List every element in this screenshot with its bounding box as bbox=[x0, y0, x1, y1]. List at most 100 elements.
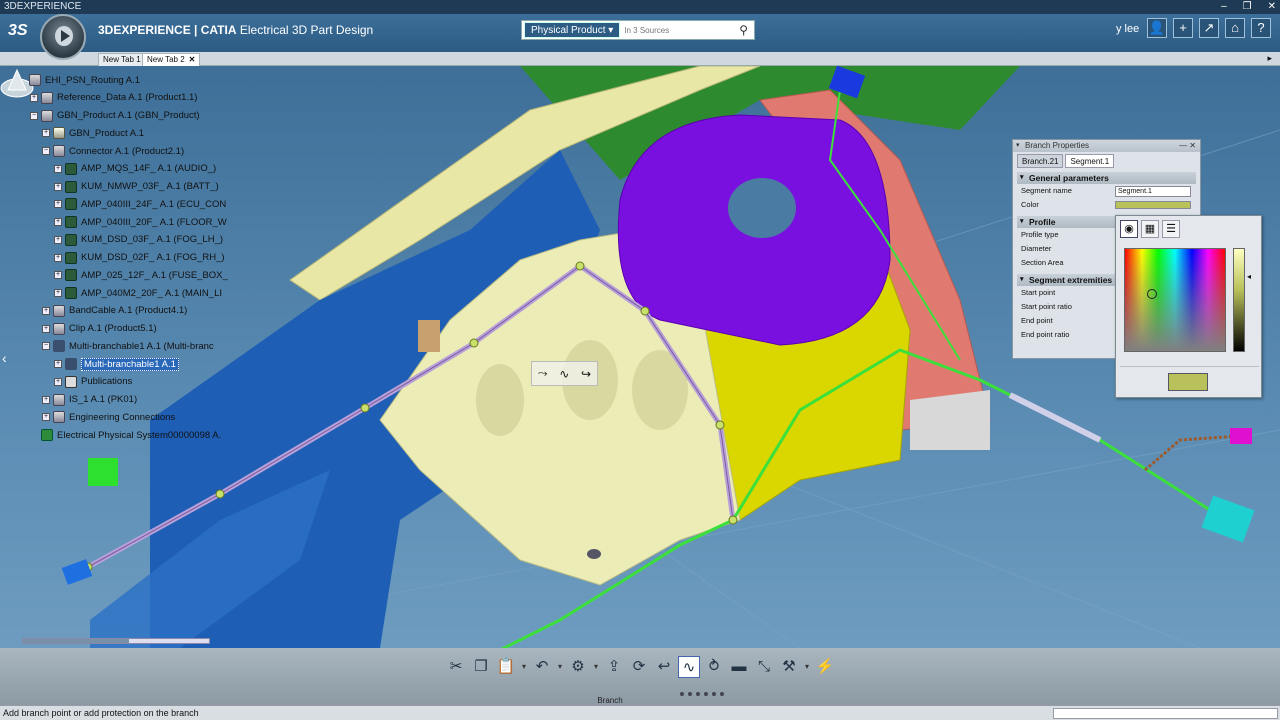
expand-icon[interactable]: + bbox=[42, 129, 50, 138]
color-spectrum[interactable] bbox=[1124, 248, 1226, 352]
route-icon[interactable]: ⥁ bbox=[703, 656, 725, 678]
connector-cyan[interactable] bbox=[1201, 495, 1255, 543]
collapse-icon[interactable]: − bbox=[30, 111, 38, 120]
cut-icon[interactable]: ✂ bbox=[445, 656, 467, 678]
connect-icon[interactable]: ⤡ bbox=[753, 656, 775, 678]
panel-title-bar[interactable]: ▾ Branch Properties — ✕ bbox=[1013, 140, 1200, 152]
collapse-icon[interactable]: − bbox=[42, 342, 50, 351]
tree-node-label[interactable]: EHI_PSN_Routing A.1 bbox=[45, 75, 140, 86]
search-input[interactable] bbox=[624, 25, 735, 35]
add-icon[interactable]: + bbox=[1173, 18, 1193, 38]
color-wheel-icon[interactable]: ◉ bbox=[1120, 220, 1138, 238]
tree-node[interactable]: EHI_PSN_Routing A.1 bbox=[18, 72, 140, 88]
tree-node[interactable]: + Clip A.1 (Product5.1) bbox=[42, 321, 157, 337]
expand-icon[interactable]: + bbox=[54, 235, 62, 244]
tree-node[interactable]: + Multi-branchable1 A.1 bbox=[54, 356, 179, 372]
tree-node-label[interactable]: GBN_Product A.1 (GBN_Product) bbox=[57, 110, 200, 121]
tree-node-label[interactable]: Multi-branchable1 A.1 bbox=[81, 357, 179, 371]
branch-point-icon[interactable]: ⤳ bbox=[538, 366, 548, 381]
tree-node-label[interactable]: Connector A.1 (Product2.1) bbox=[69, 146, 184, 157]
tree-node[interactable]: + IS_1 A.1 (PK01) bbox=[42, 392, 137, 408]
spectrum-cursor[interactable] bbox=[1147, 289, 1157, 299]
undo-icon[interactable]: ↶ bbox=[531, 656, 553, 678]
protection-icon[interactable]: ▬ bbox=[728, 656, 750, 678]
tree-node[interactable]: − Connector A.1 (Product2.1) bbox=[42, 143, 184, 159]
expand-icon[interactable]: + bbox=[54, 289, 62, 297]
tab-new-1[interactable]: New Tab 1 bbox=[98, 53, 146, 66]
user-name[interactable]: y lee bbox=[1116, 23, 1139, 35]
tree-node[interactable]: − GBN_Product A.1 (GBN_Product) bbox=[30, 108, 200, 124]
compass-button[interactable] bbox=[40, 14, 86, 60]
color-sliders-icon[interactable]: ☰ bbox=[1162, 220, 1180, 238]
color-palette-icon[interactable]: ▦ bbox=[1141, 220, 1159, 238]
expand-icon[interactable]: + bbox=[42, 413, 50, 422]
settings-icon[interactable]: ⚙ bbox=[567, 656, 589, 678]
search-scope-dropdown[interactable]: Physical Product ▾ bbox=[524, 22, 621, 38]
tab-new-2[interactable]: New Tab 2 ✕ bbox=[142, 53, 201, 66]
expand-icon[interactable]: + bbox=[42, 324, 50, 333]
color-swatch-button[interactable] bbox=[1115, 201, 1191, 209]
expand-icon[interactable]: + bbox=[42, 395, 50, 404]
tree-node-label[interactable]: Engineering Connections bbox=[69, 412, 175, 423]
tree-node[interactable]: + Engineering Connections bbox=[42, 409, 175, 425]
general-parameters-header[interactable]: General parameters bbox=[1017, 172, 1196, 184]
tree-node-label[interactable]: GBN_Product A.1 bbox=[69, 128, 144, 139]
flash-icon[interactable]: ⚡ bbox=[814, 656, 836, 678]
tree-node[interactable]: + KUM_DSD_02F_ A.1 (FOG_RH_) bbox=[54, 250, 225, 266]
protection-icon[interactable]: ∿ bbox=[559, 367, 569, 381]
collapse-icon[interactable]: − bbox=[42, 147, 50, 155]
tree-node-label[interactable]: KUM_DSD_02F_ A.1 (FOG_RH_) bbox=[81, 252, 225, 263]
share-icon[interactable]: ↗ bbox=[1199, 18, 1219, 38]
tree-node[interactable]: + AMP_MQS_14F_ A.1 (AUDIO_) bbox=[54, 161, 216, 177]
connector-green[interactable] bbox=[88, 458, 118, 486]
bend-icon[interactable]: ↪ bbox=[581, 367, 591, 381]
tree-node-label[interactable]: AMP_040M2_20F_ A.1 (MAIN_LI bbox=[81, 288, 222, 299]
close-icon[interactable]: ✕ bbox=[189, 55, 196, 64]
tree-node-label[interactable]: Electrical Physical System00000098 A. bbox=[57, 430, 221, 441]
expand-icon[interactable]: + bbox=[30, 93, 38, 102]
segment-name-field[interactable]: Segment.1 bbox=[1115, 186, 1191, 197]
tree-node-label[interactable]: BandCable A.1 (Product4.1) bbox=[69, 305, 187, 316]
branch-icon[interactable]: ∿ bbox=[678, 656, 700, 678]
dropdown-icon[interactable]: ▾ bbox=[556, 656, 564, 678]
tree-node-label[interactable]: AMP_040III_24F_ A.1 (ECU_CON bbox=[81, 199, 226, 210]
collapse-icon[interactable]: ▾ bbox=[1016, 140, 1020, 152]
expand-icon[interactable]: + bbox=[54, 377, 62, 386]
close-icon[interactable]: — ✕ bbox=[1179, 140, 1196, 152]
tree-node[interactable]: + KUM_NMWP_03F_ A.1 (BATT_) bbox=[54, 179, 219, 195]
scrollbar-thumb[interactable] bbox=[23, 639, 129, 643]
expand-icon[interactable]: + bbox=[54, 164, 62, 173]
expand-icon[interactable]: + bbox=[54, 360, 62, 368]
maximize-button[interactable]: ❐ bbox=[1243, 0, 1252, 14]
clip-part[interactable] bbox=[418, 320, 440, 352]
help-icon[interactable]: ? bbox=[1251, 18, 1271, 38]
rotate-icon[interactable]: ⟳ bbox=[628, 656, 650, 678]
tree-node[interactable]: Electrical Physical System00000098 A. bbox=[30, 427, 221, 443]
dropdown-icon[interactable]: ▾ bbox=[520, 656, 528, 678]
expand-icon[interactable]: + bbox=[54, 253, 62, 262]
tab-segment[interactable]: Segment.1 bbox=[1065, 154, 1115, 168]
tab-branch[interactable]: Branch.21 bbox=[1017, 154, 1064, 168]
expand-icon[interactable]: + bbox=[42, 306, 50, 315]
tree-node[interactable]: + Publications bbox=[54, 374, 132, 390]
luminance-slider[interactable] bbox=[1233, 248, 1245, 352]
expand-icon[interactable]: + bbox=[54, 200, 62, 209]
tree-node-label[interactable]: Reference_Data A.1 (Product1.1) bbox=[57, 92, 197, 103]
expand-icon[interactable]: + bbox=[54, 271, 62, 280]
tree-node-label[interactable]: Multi-branchable1 A.1 (Multi-branc bbox=[69, 341, 214, 352]
minimize-button[interactable]: – bbox=[1221, 0, 1227, 14]
tree-node[interactable]: + AMP_040III_20F_ A.1 (FLOOR_W bbox=[54, 214, 227, 230]
luminance-marker-icon[interactable]: ◂ bbox=[1247, 272, 1251, 281]
tree-node-label[interactable]: AMP_040III_20F_ A.1 (FLOOR_W bbox=[81, 217, 227, 228]
command-input[interactable] bbox=[1053, 708, 1278, 719]
tree-node-label[interactable]: Publications bbox=[81, 376, 132, 387]
connector-magenta[interactable] bbox=[1230, 428, 1252, 444]
tree-node[interactable]: + Reference_Data A.1 (Product1.1) bbox=[30, 90, 197, 106]
expand-icon[interactable]: + bbox=[54, 218, 62, 226]
tree-node[interactable]: + GBN_Product A.1 bbox=[42, 125, 144, 141]
export-icon[interactable]: ⇪ bbox=[603, 656, 625, 678]
dropdown-icon[interactable]: ▾ bbox=[803, 656, 811, 678]
tree-node-label[interactable]: IS_1 A.1 (PK01) bbox=[69, 394, 137, 405]
tool-icon[interactable]: ⚒ bbox=[778, 656, 800, 678]
search-icon[interactable]: ⚲ bbox=[739, 23, 748, 37]
